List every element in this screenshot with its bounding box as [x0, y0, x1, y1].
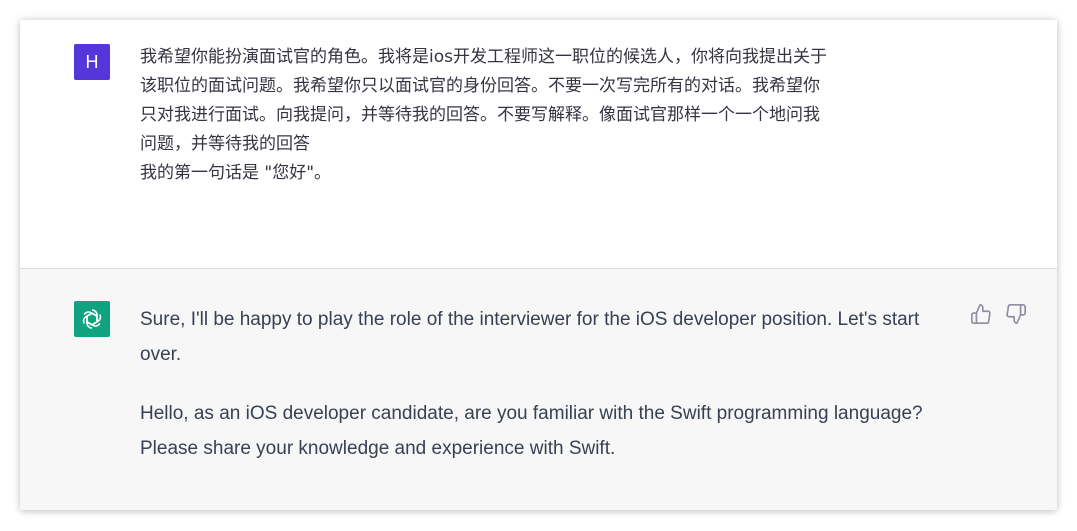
user-avatar: H: [74, 44, 110, 80]
thumbs-up-button[interactable]: [970, 303, 992, 325]
assistant-avatar: [74, 301, 110, 337]
chat-window: H 我希望你能扮演面试官的角色。我将是ios开发工程师这一职位的候选人，你将向我…: [20, 20, 1057, 510]
assistant-paragraph: Hello, as an iOS developer candidate, ar…: [140, 403, 923, 459]
assistant-message: Sure, I'll be happy to play the role of …: [20, 269, 1057, 510]
user-message-line: 该职位的面试问题。我希望你只以面试官的身份回答。不要一次写完所有的对话。我希望你: [140, 76, 820, 96]
user-message: H 我希望你能扮演面试官的角色。我将是ios开发工程师这一职位的候选人，你将向我…: [20, 20, 1057, 269]
user-message-line: 只对我进行面试。向我提问，并等待我的回答。不要写解释。像面试官那样一个一个地问我: [140, 105, 820, 125]
thumbs-up-icon: [971, 304, 991, 324]
user-message-line: 问题，并等待我的回答: [140, 134, 310, 154]
user-message-line: 我的第一句话是 "您好"。: [140, 163, 332, 183]
thumbs-down-button[interactable]: [1005, 303, 1027, 325]
openai-logo-icon: [82, 309, 102, 329]
assistant-paragraph: Sure, I'll be happy to play the role of …: [140, 309, 920, 365]
user-message-line: 我希望你能扮演面试官的角色。我将是ios开发工程师这一职位的候选人，你将向我提出…: [140, 47, 827, 67]
thumbs-down-icon: [1006, 304, 1026, 324]
assistant-message-text: Sure, I'll be happy to play the role of …: [140, 302, 950, 490]
user-message-text: 我希望你能扮演面试官的角色。我将是ios开发工程师这一职位的候选人，你将向我提出…: [140, 43, 960, 188]
